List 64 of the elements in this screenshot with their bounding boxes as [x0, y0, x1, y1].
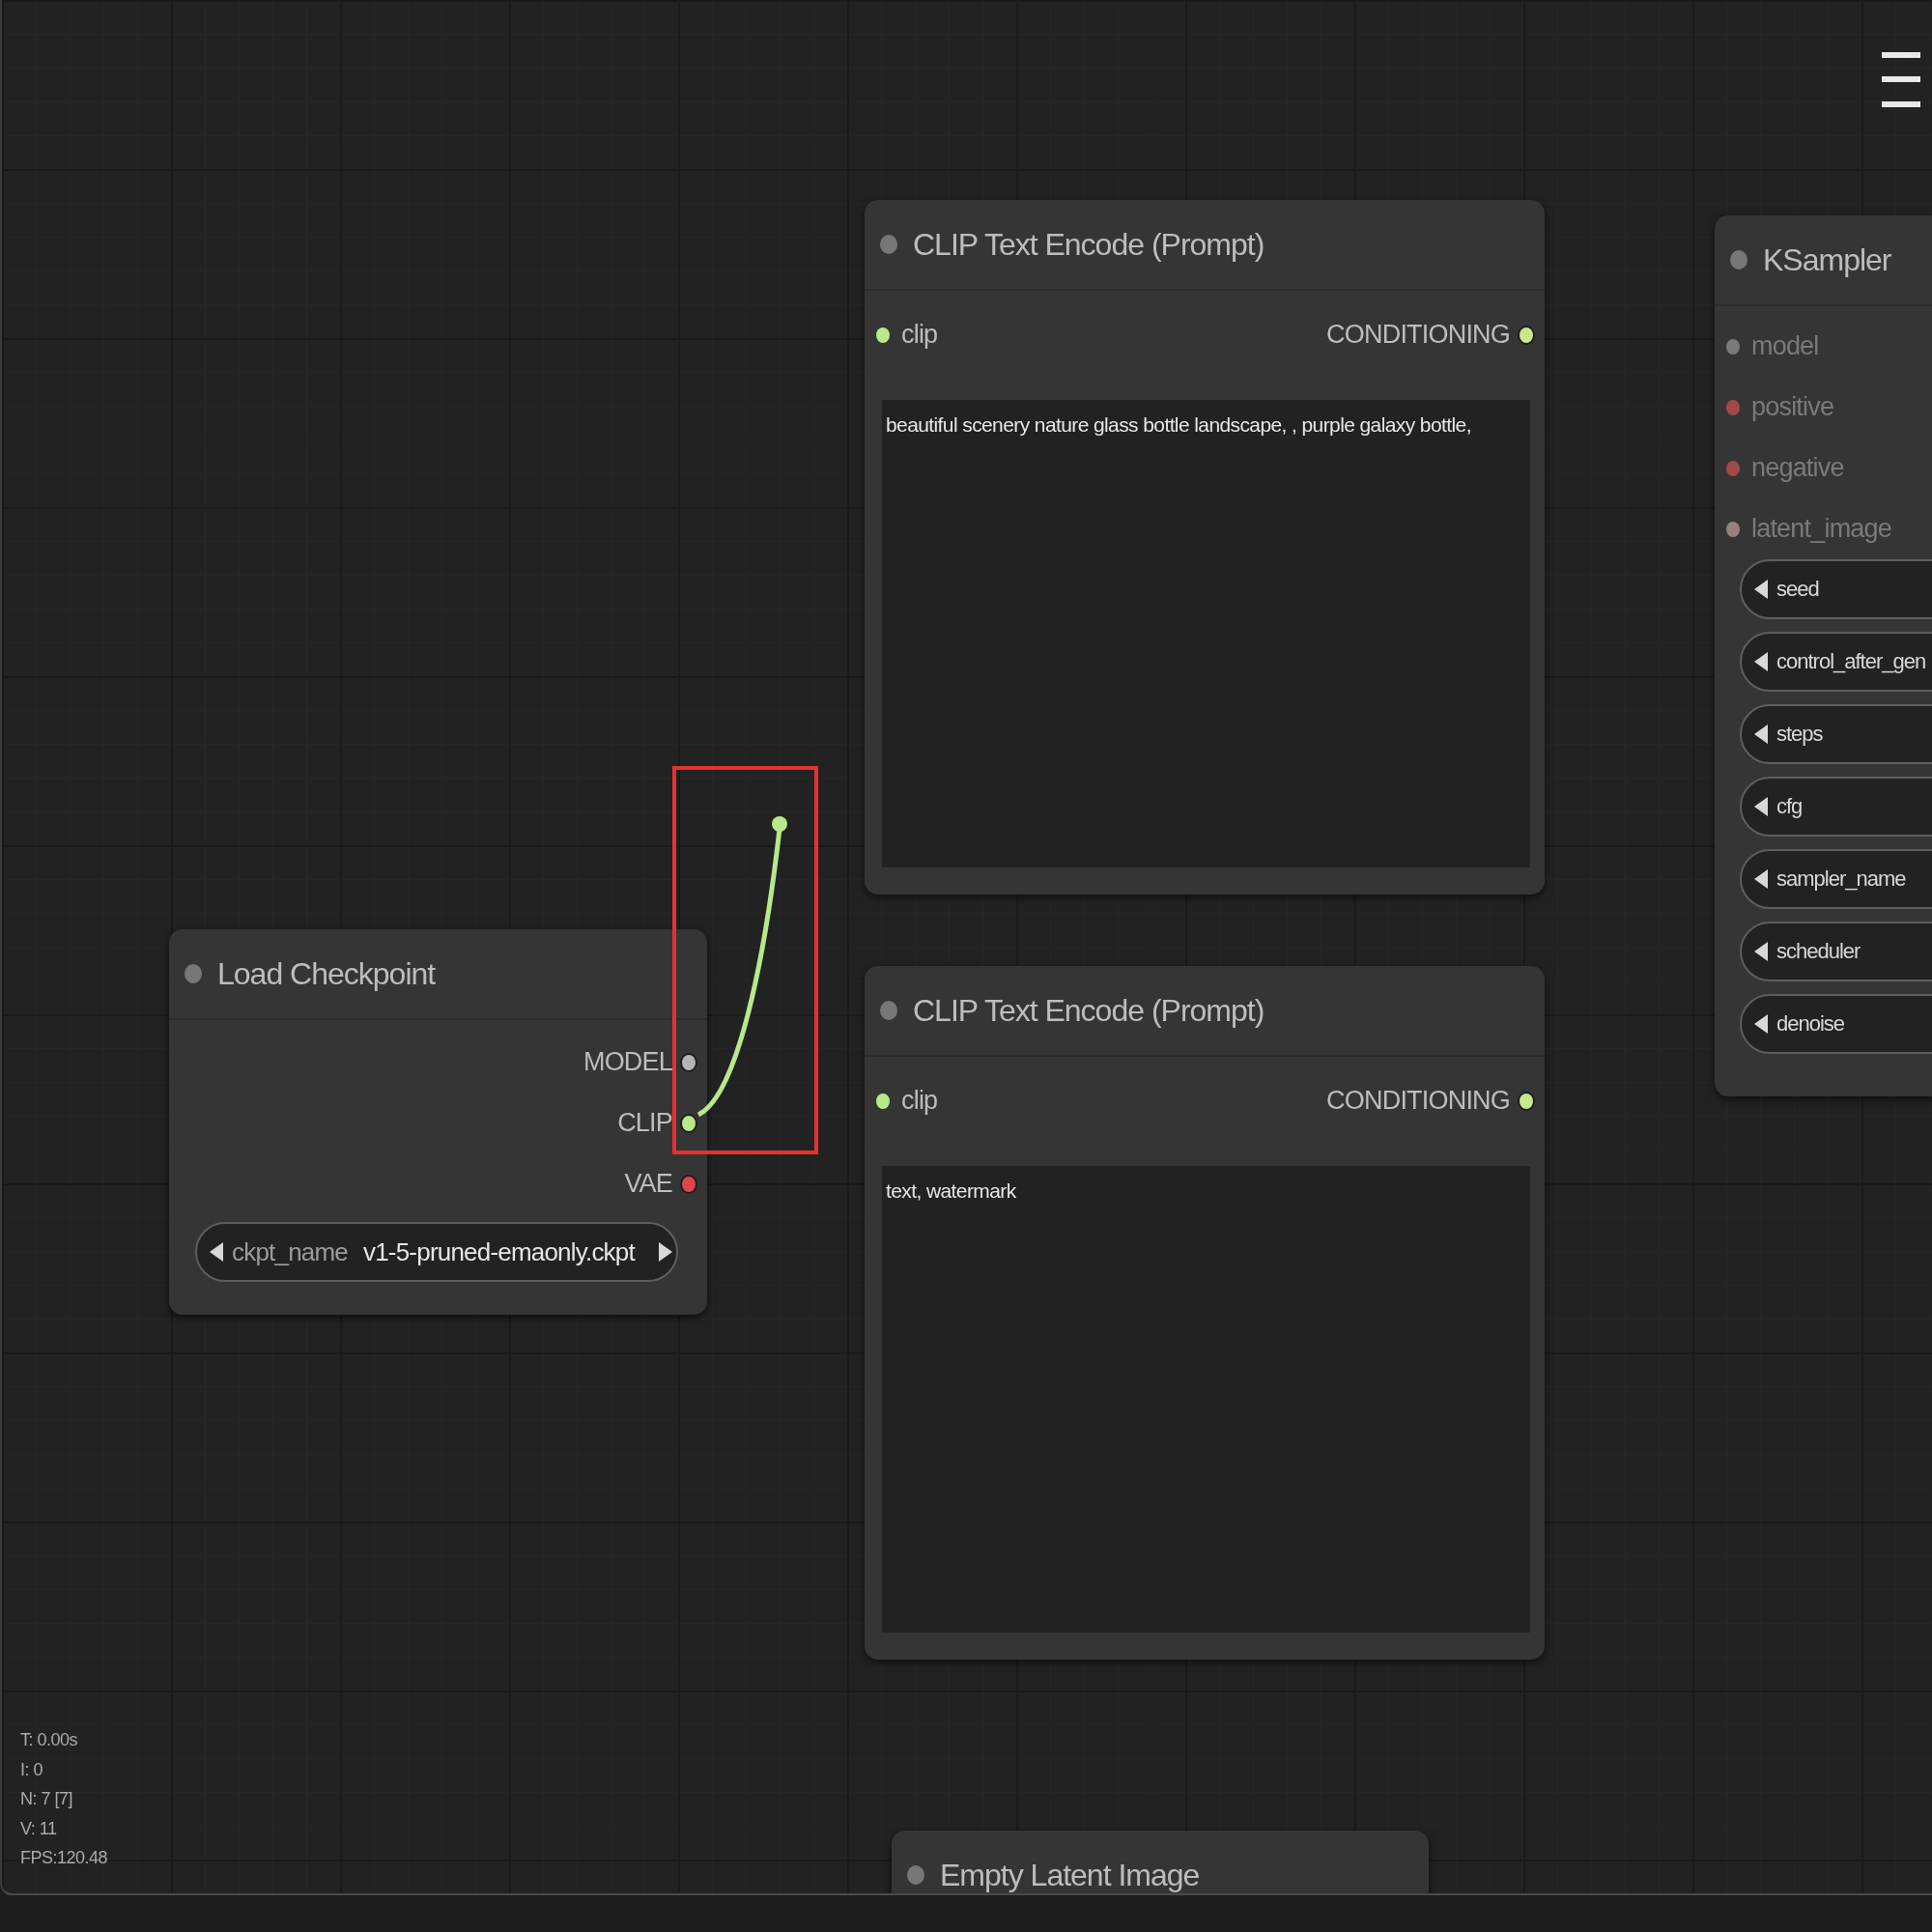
output-label: CONDITIONING [1326, 320, 1510, 350]
node-card[interactable]: Empty Latent Image [892, 1831, 1429, 1893]
node-title: CLIP Text Encode (Prompt) [913, 992, 1264, 1029]
left-arrow-icon[interactable] [1753, 579, 1769, 600]
combo-widget[interactable]: sampler_name [1740, 849, 1932, 909]
node-title: CLIP Text Encode (Prompt) [913, 226, 1264, 263]
input-slot-dot[interactable] [1726, 399, 1740, 415]
output-slot-dot[interactable] [682, 1176, 696, 1192]
collapse-dot-icon[interactable] [1730, 250, 1747, 270]
left-arrow-icon[interactable] [1753, 796, 1769, 817]
collapse-dot-icon[interactable] [880, 1001, 897, 1020]
combo-widget[interactable]: scheduler [1740, 922, 1932, 981]
stat-text: N: 7 [7] [20, 1788, 74, 1811]
combo-widget[interactable]: denoise [1740, 994, 1932, 1054]
left-arrow-icon[interactable] [1753, 1013, 1769, 1035]
input-slot-dot[interactable] [1726, 338, 1740, 355]
stat-text: I: 0 [20, 1758, 43, 1781]
input-slot-dot[interactable] [1726, 460, 1740, 476]
input-slot-dot[interactable] [876, 327, 890, 343]
node-title: Empty Latent Image [940, 1857, 1200, 1893]
node-canvas[interactable] [0, 0, 1932, 1895]
left-arrow-icon[interactable] [209, 1241, 224, 1263]
right-arrow-icon[interactable] [657, 1241, 673, 1263]
output-label: CLIP [617, 1108, 672, 1138]
combo-widget[interactable]: control_after_gen [1740, 632, 1932, 692]
input-label: positive [1751, 392, 1834, 422]
output-label: MODEL [582, 1047, 672, 1077]
node-card[interactable]: CLIP Text Encode (Prompt) clip CONDITIONING text, watermark [865, 966, 1545, 1660]
output-slot-dot[interactable] [682, 1054, 696, 1070]
left-arrow-icon[interactable] [1753, 941, 1769, 962]
input-label: clip [901, 320, 938, 350]
collapse-dot-icon[interactable] [185, 964, 202, 983]
combo-widget[interactable]: seed [1740, 559, 1932, 619]
link-wire[interactable] [696, 816, 787, 1117]
stat-text: T: 0.00s [20, 1729, 79, 1751]
output-slot-dot[interactable] [682, 1115, 696, 1131]
node-title: Load Checkpoint [217, 955, 436, 992]
node-card[interactable]: CLIP Text Encode (Prompt) clip CONDITIONING beautiful scenery nature glass bottle landscape, , purple galaxy bottle, [865, 200, 1545, 895]
input-label: model [1751, 331, 1819, 361]
output-slot-dot[interactable] [1520, 1093, 1533, 1109]
output-label: VAE [624, 1169, 672, 1199]
input-slot-dot[interactable] [1726, 521, 1740, 537]
menu-icon[interactable] [1882, 52, 1920, 107]
input-label: negative [1751, 453, 1844, 483]
node-card[interactable]: KSampler model positive negative latent_image seed control_after_gen steps cfg sampler_name scheduler denoise [1715, 215, 1932, 1096]
input-label: latent_image [1751, 514, 1891, 544]
prompt-text-field[interactable]: text, watermark [882, 1166, 1530, 1633]
node-title: KSampler [1763, 242, 1891, 278]
combo-widget[interactable]: steps [1740, 704, 1932, 764]
input-slot-dot[interactable] [876, 1093, 890, 1109]
stat-text: FPS:120.48 [20, 1847, 108, 1870]
combo-widget[interactable]: cfg [1740, 777, 1932, 837]
collapse-dot-icon[interactable] [880, 235, 897, 254]
node-card[interactable]: Load Checkpoint MODEL CLIP VAE ckpt_name v1-5-pruned-emaonly.ckpt [169, 929, 707, 1315]
output-label: CONDITIONING [1326, 1086, 1510, 1116]
stat-text: V: 11 [20, 1817, 58, 1840]
collapse-dot-icon[interactable] [907, 1865, 924, 1885]
output-slot-dot[interactable] [1520, 327, 1533, 343]
left-arrow-icon[interactable] [1753, 651, 1769, 672]
input-label: clip [901, 1086, 938, 1116]
left-arrow-icon[interactable] [1753, 868, 1769, 890]
combo-widget[interactable]: ckpt_name v1-5-pruned-emaonly.ckpt [195, 1222, 678, 1282]
left-arrow-icon[interactable] [1753, 724, 1769, 745]
prompt-text-field[interactable]: beautiful scenery nature glass bottle landscape, , purple galaxy bottle, [882, 400, 1530, 867]
